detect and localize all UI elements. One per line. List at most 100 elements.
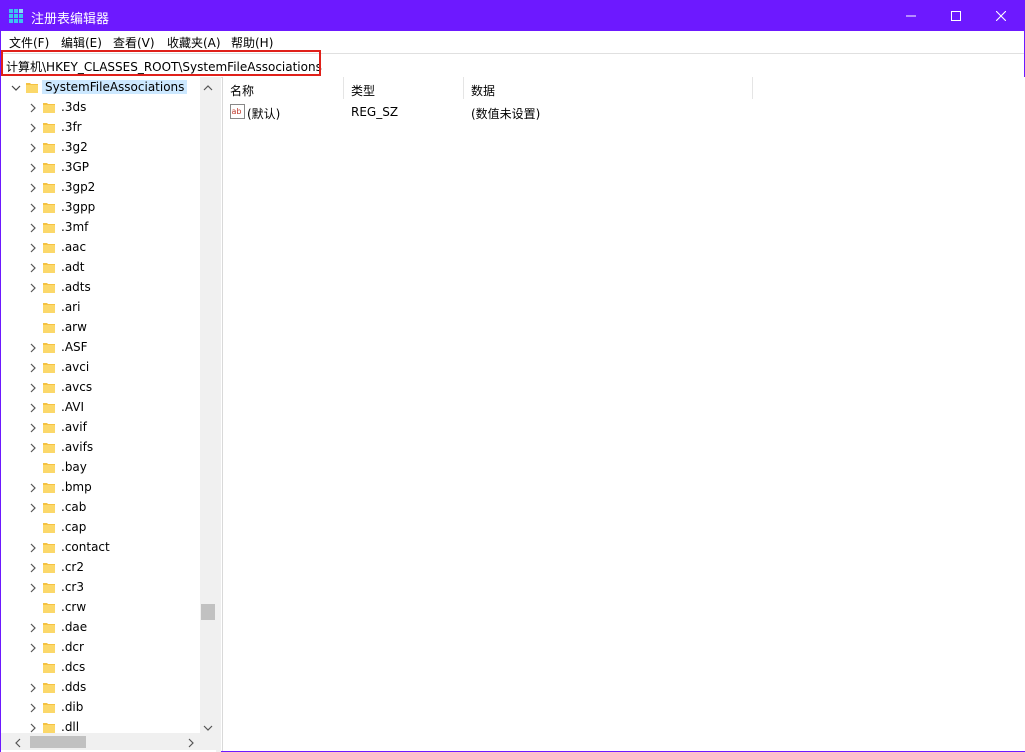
tree-item-label[interactable]: .dcr xyxy=(61,640,84,654)
tree-item[interactable]: .avcs xyxy=(1,377,201,397)
chevron-right-icon[interactable] xyxy=(28,562,38,573)
tree-item[interactable]: .cap xyxy=(1,517,201,537)
tree-item[interactable]: .avci xyxy=(1,357,201,377)
tree-item[interactable]: .aac xyxy=(1,237,201,257)
chevron-right-icon[interactable] xyxy=(28,182,38,193)
tree-item-label[interactable]: .dll xyxy=(61,720,79,734)
tree-item[interactable]: .ASF xyxy=(1,337,201,357)
tree-item-label[interactable]: .dib xyxy=(61,700,83,714)
value-name[interactable]: (默认) xyxy=(247,105,280,122)
tree-item-label[interactable]: .AVI xyxy=(61,400,84,414)
tree-item-label[interactable]: .adt xyxy=(61,260,85,274)
chevron-right-icon[interactable] xyxy=(28,402,38,413)
tree-item-label[interactable]: .avcs xyxy=(61,380,92,394)
tree-item-label[interactable]: .3mf xyxy=(61,220,88,234)
scrollbar-thumb[interactable] xyxy=(30,736,86,748)
title-bar[interactable]: 注册表编辑器 xyxy=(1,1,1024,31)
tree-item[interactable]: .ari xyxy=(1,297,201,317)
tree-item[interactable]: .avif xyxy=(1,417,201,437)
chevron-right-icon[interactable] xyxy=(28,682,38,693)
tree-item-label[interactable]: .avci xyxy=(61,360,89,374)
menu-edit[interactable]: 编辑(E) xyxy=(61,34,102,51)
tree-item-root[interactable]: SystemFileAssociations xyxy=(1,77,201,97)
tree-item[interactable]: .dae xyxy=(1,617,201,637)
tree-item[interactable]: .dcs xyxy=(1,657,201,677)
tree-item[interactable]: .cr3 xyxy=(1,577,201,597)
tree-item-label[interactable]: .contact xyxy=(61,540,110,554)
tree-item[interactable]: .dib xyxy=(1,697,201,717)
maximize-button[interactable] xyxy=(933,1,979,31)
chevron-right-icon[interactable] xyxy=(28,362,38,373)
tree-item[interactable]: .adts xyxy=(1,277,201,297)
chevron-right-icon[interactable] xyxy=(28,642,38,653)
tree-item[interactable]: .bmp xyxy=(1,477,201,497)
tree-item-label[interactable]: .bay xyxy=(61,460,87,474)
tree-vertical-scrollbar[interactable] xyxy=(200,77,216,733)
chevron-right-icon[interactable] xyxy=(28,582,38,593)
chevron-right-icon[interactable] xyxy=(28,142,38,153)
tree-item-label[interactable]: .3fr xyxy=(61,120,82,134)
scroll-right-icon[interactable] xyxy=(187,737,195,751)
tree-item[interactable]: .crw xyxy=(1,597,201,617)
chevron-right-icon[interactable] xyxy=(28,542,38,553)
tree-item-label[interactable]: .avifs xyxy=(61,440,93,454)
tree-item[interactable]: .avifs xyxy=(1,437,201,457)
chevron-right-icon[interactable] xyxy=(28,482,38,493)
tree-item-label[interactable]: .dae xyxy=(61,620,87,634)
column-header-name[interactable]: 名称 xyxy=(223,77,344,99)
values-list[interactable]: 名称 类型 数据 ab (默认) REG_SZ (数值未设置) xyxy=(222,77,1025,751)
tree-item-label[interactable]: .cr2 xyxy=(61,560,84,574)
tree-item-label[interactable]: .3gpp xyxy=(61,200,95,214)
chevron-right-icon[interactable] xyxy=(28,282,38,293)
tree-item-label[interactable]: .avif xyxy=(61,420,87,434)
tree-item[interactable]: .adt xyxy=(1,257,201,277)
tree-item-label[interactable]: .aac xyxy=(61,240,86,254)
tree-item-label[interactable]: .cap xyxy=(61,520,86,534)
tree-item[interactable]: .cr2 xyxy=(1,557,201,577)
tree-item-label[interactable]: .cab xyxy=(61,500,86,514)
scroll-up-icon[interactable] xyxy=(203,81,213,95)
tree-item[interactable]: .3gp2 xyxy=(1,177,201,197)
tree-item[interactable]: .3fr xyxy=(1,117,201,137)
tree-item[interactable]: .dds xyxy=(1,677,201,697)
minimize-button[interactable] xyxy=(888,1,934,31)
tree-item-label[interactable]: SystemFileAssociations xyxy=(42,80,188,94)
tree-item-label[interactable]: .3g2 xyxy=(61,140,88,154)
chevron-right-icon[interactable] xyxy=(28,382,38,393)
chevron-right-icon[interactable] xyxy=(28,442,38,453)
chevron-right-icon[interactable] xyxy=(28,502,38,513)
chevron-right-icon[interactable] xyxy=(28,102,38,113)
tree-item[interactable]: .dcr xyxy=(1,637,201,657)
chevron-right-icon[interactable] xyxy=(28,222,38,233)
chevron-right-icon[interactable] xyxy=(28,202,38,213)
scrollbar-thumb[interactable] xyxy=(201,604,215,620)
menu-favorites[interactable]: 收藏夹(A) xyxy=(167,34,221,51)
tree-item[interactable]: .contact xyxy=(1,537,201,557)
tree-item-label[interactable]: .crw xyxy=(61,600,86,614)
tree-item[interactable]: .AVI xyxy=(1,397,201,417)
chevron-right-icon[interactable] xyxy=(28,162,38,173)
tree-horizontal-scrollbar[interactable] xyxy=(1,733,200,750)
tree-item-label[interactable]: .bmp xyxy=(61,480,92,494)
tree-item-label[interactable]: .3GP xyxy=(61,160,89,174)
chevron-right-icon[interactable] xyxy=(28,342,38,353)
tree-item[interactable]: .bay xyxy=(1,457,201,477)
tree-item[interactable]: .3mf xyxy=(1,217,201,237)
tree-item[interactable]: .3GP xyxy=(1,157,201,177)
column-header-data[interactable]: 数据 xyxy=(464,77,753,99)
tree-item[interactable]: .cab xyxy=(1,497,201,517)
chevron-down-icon[interactable] xyxy=(11,82,21,92)
chevron-right-icon[interactable] xyxy=(28,122,38,133)
close-button[interactable] xyxy=(978,1,1024,31)
tree-item-label[interactable]: .3ds xyxy=(61,100,86,114)
column-header-type[interactable]: 类型 xyxy=(344,77,464,99)
tree-item-label[interactable]: .ari xyxy=(61,300,80,314)
menu-view[interactable]: 查看(V) xyxy=(113,34,155,51)
menu-help[interactable]: 帮助(H) xyxy=(231,34,273,51)
chevron-right-icon[interactable] xyxy=(28,702,38,713)
tree-item-label[interactable]: .cr3 xyxy=(61,580,84,594)
tree-item-label[interactable]: .adts xyxy=(61,280,91,294)
value-row[interactable]: ab (默认) REG_SZ (数值未设置) xyxy=(223,102,1025,122)
tree-item-label[interactable]: .ASF xyxy=(61,340,88,354)
tree-item[interactable]: .3g2 xyxy=(1,137,201,157)
